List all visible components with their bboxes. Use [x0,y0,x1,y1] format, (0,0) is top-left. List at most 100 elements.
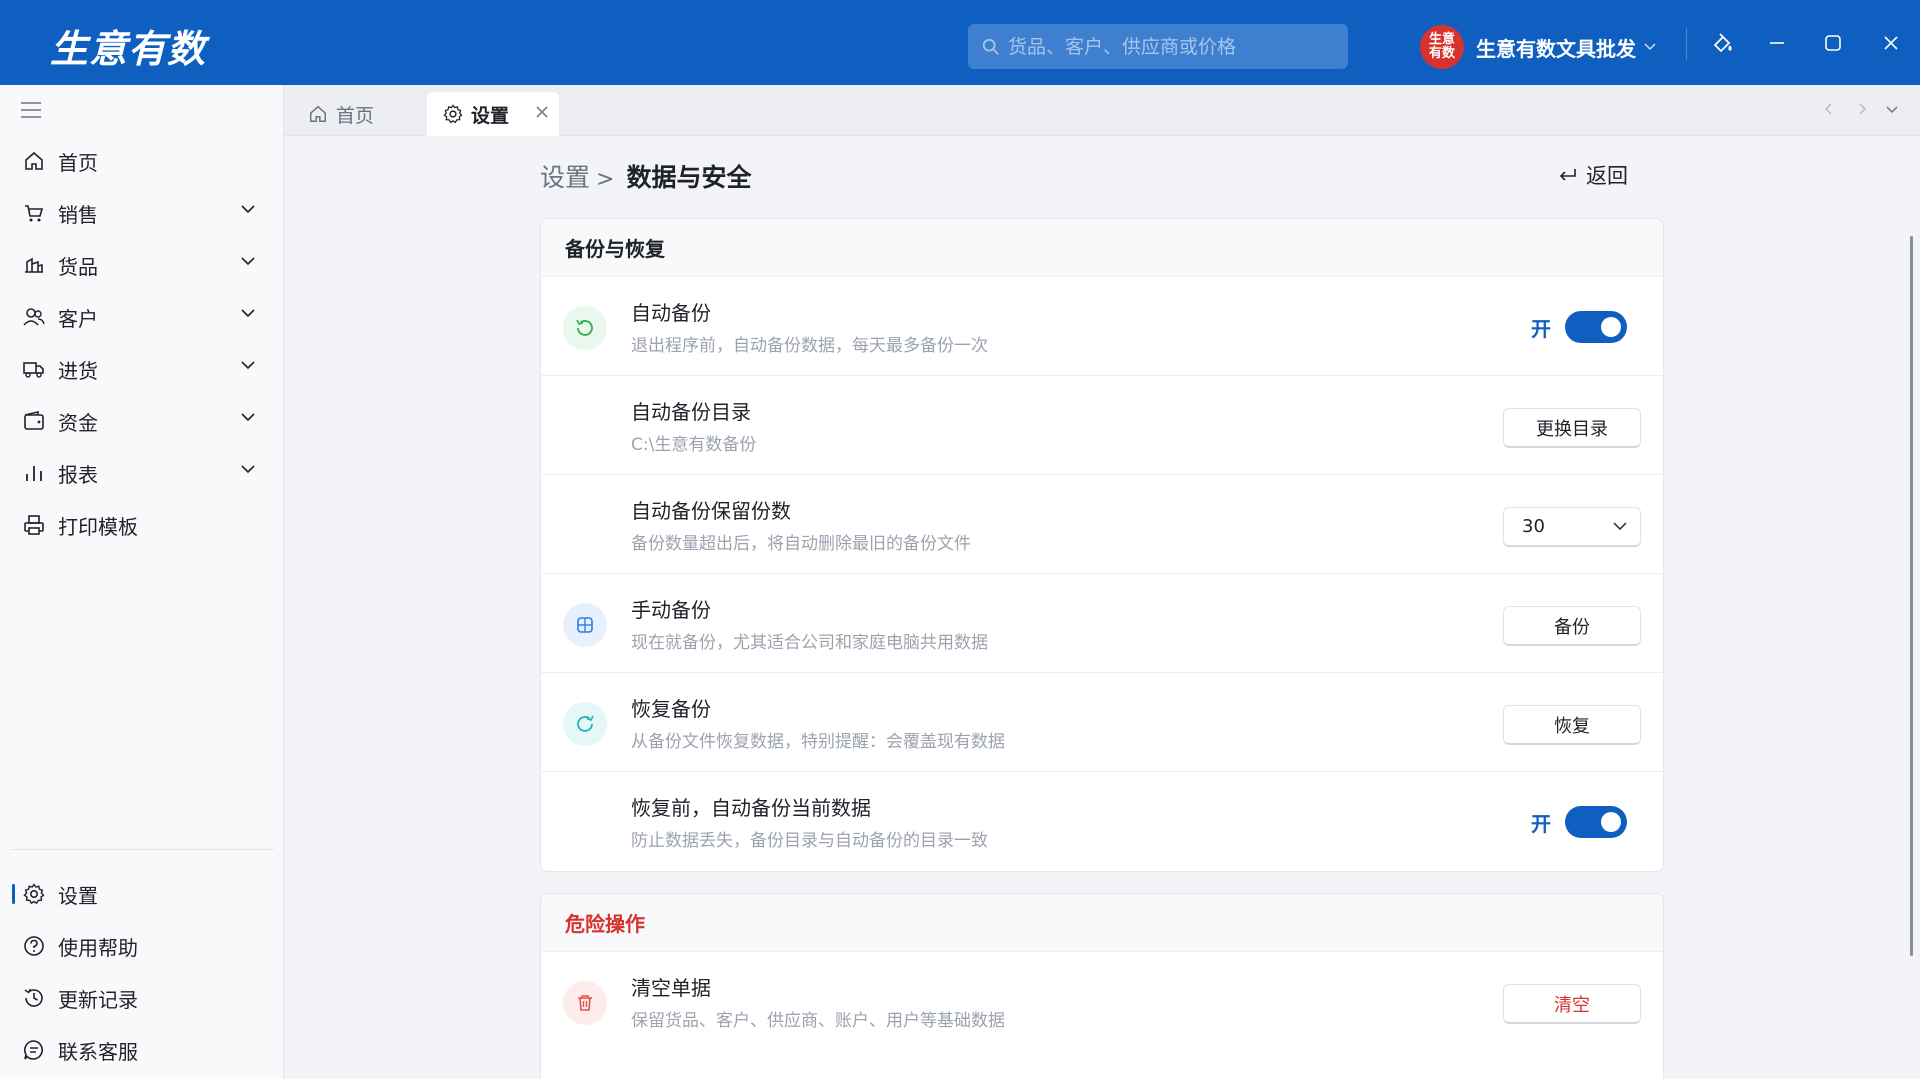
clear-button[interactable]: 清空 [1503,984,1641,1024]
keep-count-title: 自动备份保留份数 [631,499,791,523]
sidebar-item-label: 打印模板 [58,514,138,539]
pre-restore-state: 开 [1531,811,1551,836]
gear-icon [443,104,463,124]
keep-count-select[interactable]: 30 [1503,507,1641,547]
content-scrollbar[interactable] [1910,236,1913,956]
sidebar-item-goods[interactable]: 货品 [0,239,284,291]
refresh-cw-icon [577,715,594,732]
avatar: 生意有数 [1420,25,1464,69]
account-menu[interactable]: 生意有数 生意有数文具批发 [1420,25,1656,69]
danger-heading: 危险操作 [541,894,1663,952]
tab-settings[interactable]: 设置 [427,92,559,136]
clear-title: 清空单据 [631,976,711,1000]
back-button[interactable]: 返回 [1558,160,1628,190]
cart-icon [25,205,44,222]
menu-toggle-button[interactable] [20,101,42,123]
sidebar-item-sales[interactable]: 销售 [0,187,284,239]
history-icon [24,988,43,1007]
printer-icon [24,515,44,535]
account-name: 生意有数文具批发 [1476,36,1636,61]
minimize-button[interactable] [1760,26,1794,60]
tab-label: 设置 [471,104,510,127]
close-window-button[interactable] [1874,26,1908,60]
breadcrumb: 设置 > 数据与安全 [540,158,751,194]
sidebar-item-label: 报表 [58,462,98,487]
trash-icon [578,995,592,1011]
sidebar-item-home[interactable]: 首页 [0,135,284,187]
toggle-knob [1601,812,1621,832]
pre-restore-desc: 防止数据丢失，备份目录与自动备份的目录一致 [631,831,988,851]
keep-count-value: 30 [1522,516,1545,537]
close-tab-icon[interactable] [535,105,549,119]
tab-label: 首页 [336,104,375,127]
sidebar-item-label: 客户 [58,306,98,331]
sidebar-item-changelog[interactable]: 更新记录 [0,972,284,1024]
sidebar-item-reports[interactable]: 报表 [0,447,284,499]
chart-icon [26,466,42,481]
sidebar-item-customers[interactable]: 客户 [0,291,284,343]
sidebar-item-settings[interactable]: 设置 [0,868,284,920]
backup-box-icon [577,617,593,633]
search-box[interactable] [968,24,1348,69]
backup-card: 备份与恢复 自动备份 退出程序前，自动备份数据，每天最多备份一次 开 自动备份目… [540,218,1664,872]
sidebar-item-support[interactable]: 联系客服 [0,1024,284,1076]
maximize-button[interactable] [1816,26,1850,60]
chevron-down-icon [241,465,255,474]
back-label: 返回 [1586,164,1628,188]
auto-backup-state: 开 [1531,316,1551,341]
change-dir-button[interactable]: 更换目录 [1503,408,1641,448]
auto-backup-row: 自动备份 退出程序前，自动备份数据，每天最多备份一次 开 [541,277,1663,376]
sidebar-item-print-templates[interactable]: 打印模板 [0,499,284,551]
restore-button[interactable]: 恢复 [1503,705,1641,745]
breadcrumb-parent[interactable]: 设置 [540,163,590,192]
return-icon [1559,169,1576,181]
auto-backup-dir-path: C:\生意有数备份 [631,435,757,455]
auto-backup-dir-title: 自动备份目录 [631,400,751,424]
restore-desc: 从备份文件恢复数据，特别提醒：会覆盖现有数据 [631,732,1005,752]
sidebar-item-help[interactable]: 使用帮助 [0,920,284,972]
auto-backup-dir-row: 自动备份目录 C:\生意有数备份 更换目录 [541,376,1663,475]
sidebar-item-label: 资金 [58,410,98,435]
tab-bar: 首页 设置 [284,85,1920,136]
tab-home[interactable]: 首页 [292,92,426,136]
chat-icon [23,1040,43,1060]
search-input[interactable] [1008,35,1338,58]
chevron-right-icon[interactable] [1855,101,1869,117]
manual-backup-title: 手动备份 [631,598,711,622]
auto-backup-desc: 退出程序前，自动备份数据，每天最多备份一次 [631,336,988,356]
sidebar-item-label: 设置 [58,883,98,908]
manual-backup-icon-wrap [563,603,607,647]
chevron-down-icon [241,257,255,266]
pre-restore-toggle-wrap: 开 [1531,806,1627,838]
chevron-down-icon [1613,522,1627,531]
keep-count-desc: 备份数量超出后，将自动删除最旧的备份文件 [631,534,971,554]
page-title: 数据与安全 [626,163,752,192]
title-bar: 生意有数 生意有数 生意有数文具批发 [0,0,1920,85]
minimize-icon [1770,42,1784,44]
sidebar-item-purchase[interactable]: 进货 [0,343,284,395]
chevron-left-icon[interactable] [1822,101,1836,117]
theme-brush-button[interactable] [1706,26,1740,60]
toggle-knob [1601,317,1621,337]
hamburger-icon [21,102,41,118]
auto-backup-toggle[interactable] [1565,311,1627,343]
goods-icon [25,257,43,273]
paint-brush-icon [1713,33,1732,53]
manual-backup-row: 手动备份 现在就备份，尤其适合公司和家庭电脑共用数据 备份 [541,574,1663,673]
backup-button[interactable]: 备份 [1503,606,1641,646]
sidebar-item-funds[interactable]: 资金 [0,395,284,447]
sidebar-item-label: 联系客服 [58,1039,138,1064]
sidebar-item-label: 销售 [58,202,98,227]
clear-desc: 保留货品、客户、供应商、账户、用户等基础数据 [631,1011,1005,1031]
pre-restore-toggle[interactable] [1565,806,1627,838]
sidebar-item-label: 使用帮助 [58,935,138,960]
chevron-down-icon [241,309,255,318]
auto-backup-toggle-wrap: 开 [1531,311,1627,343]
app-logo: 生意有数 [50,27,207,71]
chevron-down-icon[interactable] [1884,101,1900,117]
auto-backup-icon-wrap [563,306,607,350]
sidebar-item-label: 货品 [58,254,98,279]
search-icon [982,38,999,55]
sidebar: 首页 销售 货品 客户 进货 资金 报表 打印模板 设置 使用帮助 更新记录 联… [0,85,284,1079]
clear-icon-wrap [563,981,607,1025]
